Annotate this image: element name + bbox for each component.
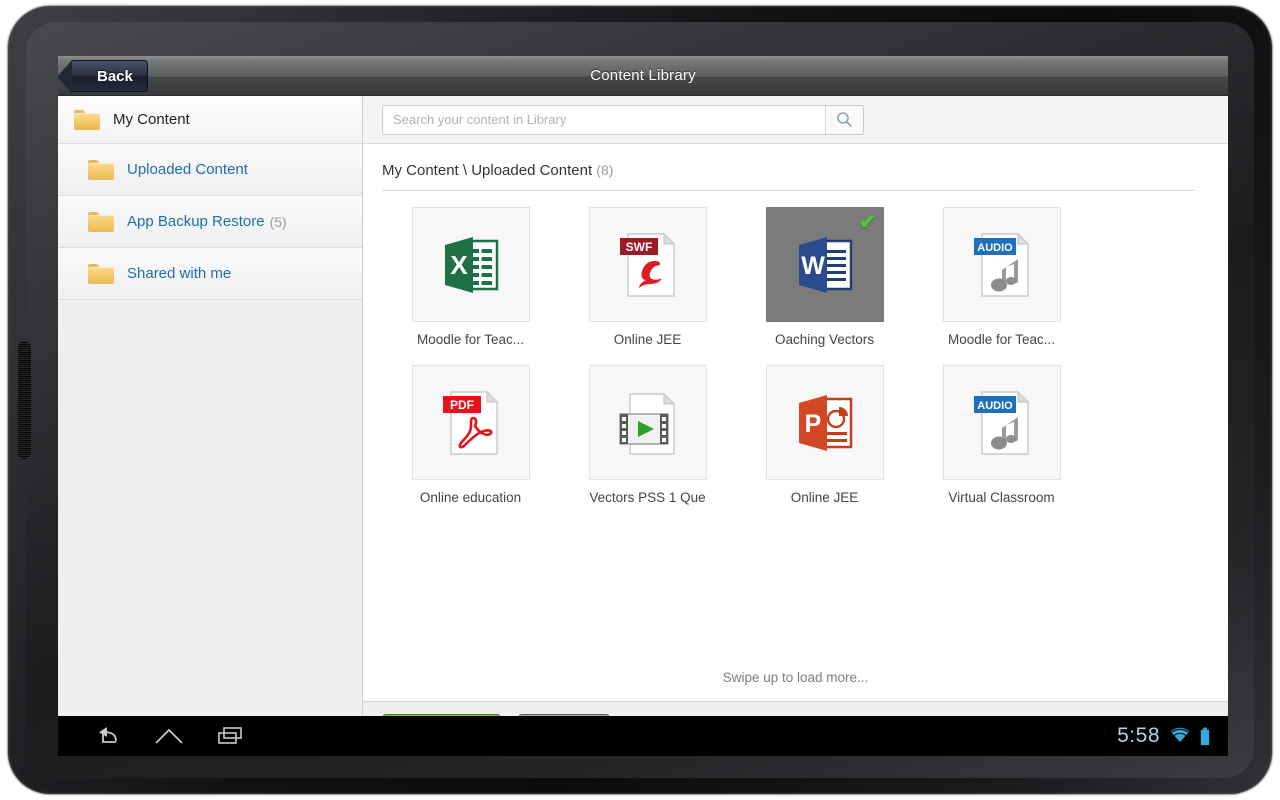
wifi-icon [1169,727,1191,745]
svg-text:W: W [801,252,825,280]
folder-icon [88,212,114,232]
search-button[interactable] [825,106,863,134]
breadcrumb: My Content \ Uploaded Content (8) [382,162,1195,191]
sidebar-empty-area [58,300,362,756]
sidebar-item-label: App Backup Restore [127,213,265,230]
video-file-icon [612,384,684,462]
file-thumbnail [589,365,707,480]
svg-text:P: P [804,410,821,438]
breadcrumb-count: (8) [596,162,613,178]
file-label: Online education [382,490,559,505]
speaker-grille [18,341,31,459]
grid-item[interactable]: ✔ W [736,207,913,347]
folder-open-icon [74,110,100,130]
app-body: My Content Uploaded Content App Backup R… [58,96,1228,756]
sidebar-item-label: Uploaded Content [127,161,248,178]
folder-icon [88,264,114,284]
grid-item[interactable]: P Online JEE [736,365,913,505]
battery-icon [1200,727,1210,746]
android-nav-buttons [58,716,262,756]
swipe-hint: Swipe up to load more... [363,670,1228,685]
tablet-screen: Back Content Library My Content Uploaded… [58,56,1228,756]
file-thumbnail: X [412,207,530,322]
sidebar-item-count: (5) [270,214,287,230]
pdf-file-icon: PDF [435,384,507,462]
page-title: Content Library [58,67,1228,84]
excel-file-icon: X [435,229,507,301]
grid-item[interactable]: PDF Online education [382,365,559,505]
file-label: Virtual Classroom [913,490,1090,505]
grid-item[interactable]: X Moodle for Teac... [382,207,559,347]
status-clock: 5:58 [1117,724,1160,748]
sidebar-item-label: Shared with me [127,265,231,282]
powerpoint-file-icon: P [789,387,861,459]
grid-item[interactable]: Vectors PSS 1 Que [559,365,736,505]
status-icons: 5:58 [1117,724,1228,748]
sidebar-item-app-backup-restore[interactable]: App Backup Restore (5) [58,196,362,248]
svg-text:AUDIO: AUDIO [977,400,1013,412]
file-thumbnail: P [766,365,884,480]
swf-flash-file-icon: SWF [612,226,684,304]
content-pane: My Content \ Uploaded Content (8) [363,96,1228,756]
file-label: Moodle for Teac... [913,332,1090,347]
android-back-icon [94,726,120,746]
file-thumbnail: SWF [589,207,707,322]
svg-text:AUDIO: AUDIO [977,242,1013,254]
android-back-button[interactable] [76,716,138,756]
file-thumbnail: PDF [412,365,530,480]
sidebar-item-my-content[interactable]: My Content [58,96,362,144]
sidebar: My Content Uploaded Content App Backup R… [58,96,363,756]
svg-text:PDF: PDF [450,398,474,412]
svg-text:X: X [450,250,468,280]
breadcrumb-path: My Content \ Uploaded Content [382,162,592,179]
android-home-icon [154,727,184,745]
android-home-button[interactable] [138,716,200,756]
file-thumbnail: AUDIO [943,365,1061,480]
tablet-device-frame: Back Content Library My Content Uploaded… [8,6,1272,794]
word-file-icon: W [789,229,861,301]
sidebar-item-label: My Content [113,111,190,128]
grid-item[interactable]: AUDIO Moodle for Teac... [913,207,1090,347]
search-bar [363,96,1228,144]
android-recents-icon [216,726,246,746]
file-label: Online JEE [559,332,736,347]
grid-item[interactable]: AUDIO Virtual Classroom [913,365,1090,505]
breadcrumb-area: My Content \ Uploaded Content (8) [363,144,1228,191]
android-recents-button[interactable] [200,716,262,756]
file-label: Oaching Vectors [736,332,913,347]
search-input[interactable] [383,106,825,134]
android-navigation-bar: 5:58 [58,716,1228,756]
search-field-wrapper [382,105,864,135]
audio-file-icon: AUDIO [966,226,1038,304]
file-thumbnail: ✔ W [766,207,884,322]
file-thumbnail: AUDIO [943,207,1061,322]
content-grid: X Moodle for Teac... SWF [363,191,1228,701]
grid-item[interactable]: SWF Online JEE [559,207,736,347]
sidebar-item-shared-with-me[interactable]: Shared with me [58,248,362,300]
folder-icon [88,160,114,180]
file-label: Vectors PSS 1 Que [559,490,736,505]
selected-check-icon: ✔ [859,212,877,233]
file-label: Online JEE [736,490,913,505]
svg-text:SWF: SWF [625,240,652,254]
search-icon [836,111,853,128]
file-label: Moodle for Teac... [382,332,559,347]
app-title-bar: Back Content Library [58,56,1228,96]
sidebar-item-uploaded-content[interactable]: Uploaded Content [58,144,362,196]
audio-file-icon: AUDIO [966,384,1038,462]
